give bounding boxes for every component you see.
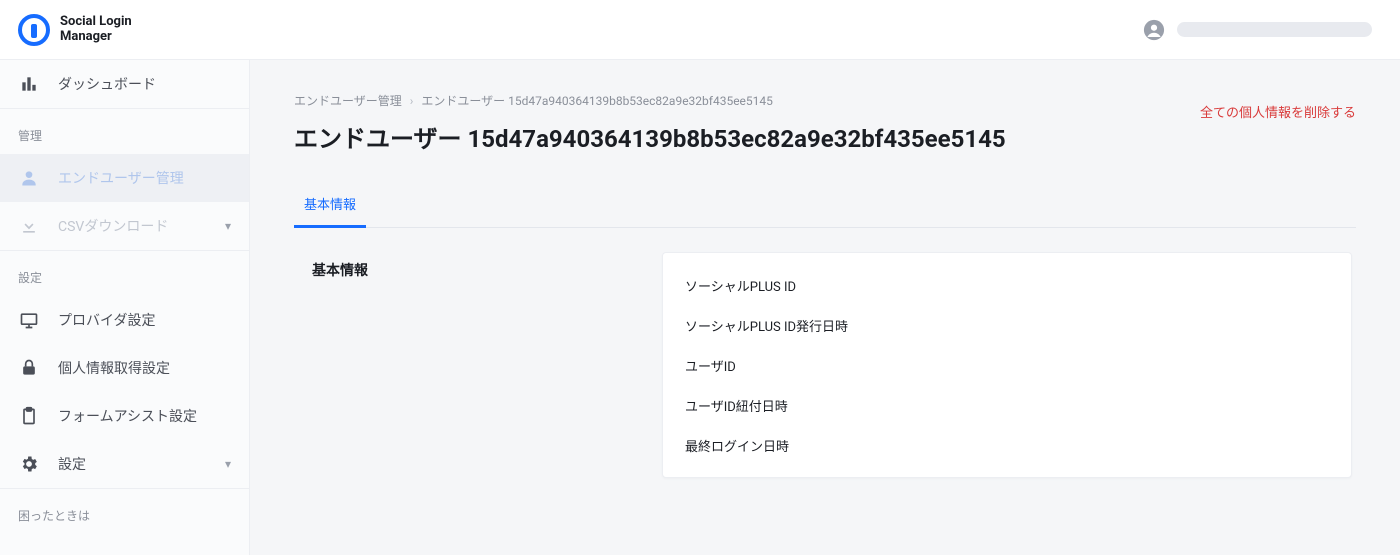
- brand[interactable]: Social LoginManager: [18, 14, 132, 46]
- info-row: ユーザID紐付日時: [685, 385, 1329, 425]
- account-name-placeholder: [1177, 22, 1372, 37]
- info-row: ソーシャルPLUS ID: [685, 265, 1329, 305]
- sidebar-section-manage: 管理: [0, 108, 249, 154]
- sidebar: ダッシュボード 管理 エンドユーザー管理 CSVダウンロード ▾ 設定: [0, 60, 250, 555]
- info-row: ユーザID: [685, 345, 1329, 385]
- info-label: ユーザID紐付日時: [685, 396, 905, 415]
- info-row: ソーシャルPLUS ID発行日時: [685, 305, 1329, 345]
- info-label: ユーザID: [685, 356, 905, 375]
- sidebar-item-label: CSVダウンロード: [58, 216, 207, 236]
- basic-info-card: ソーシャルPLUS ID ソーシャルPLUS ID発行日時 ユーザID ユーザI…: [662, 252, 1352, 478]
- clipboard-icon: [18, 405, 40, 427]
- sidebar-item-personal-info-settings[interactable]: 個人情報取得設定: [0, 344, 249, 392]
- sidebar-item-label: プロバイダ設定: [58, 310, 231, 330]
- chevron-down-icon: ▾: [225, 457, 231, 471]
- breadcrumb-current: エンドユーザー 15d47a940364139b8b53ec82a9e32bf4…: [421, 92, 773, 109]
- sidebar-item-label: 設定: [58, 454, 207, 474]
- sidebar-item-label: ダッシュボード: [58, 74, 231, 94]
- sidebar-item-provider-settings[interactable]: プロバイダ設定: [0, 296, 249, 344]
- sidebar-item-label: フォームアシスト設定: [58, 406, 231, 426]
- info-row: 最終ログイン日時: [685, 425, 1329, 465]
- app-header: Social LoginManager: [0, 0, 1400, 60]
- tab-basic-info[interactable]: 基本情報: [294, 182, 366, 228]
- brand-logo-icon: [18, 14, 50, 46]
- breadcrumb-separator: ›: [410, 94, 414, 108]
- sidebar-item-csv-download[interactable]: CSVダウンロード ▾: [0, 202, 249, 250]
- breadcrumb-parent[interactable]: エンドユーザー管理: [294, 92, 402, 109]
- gear-icon: [18, 453, 40, 475]
- chevron-down-icon: ▾: [225, 219, 231, 233]
- sidebar-item-dashboard[interactable]: ダッシュボード: [0, 60, 249, 108]
- breadcrumb: エンドユーザー管理 › エンドユーザー 15d47a940364139b8b53…: [294, 92, 1356, 109]
- header-account[interactable]: [1143, 19, 1372, 41]
- tabs: 基本情報: [294, 182, 1356, 228]
- sidebar-item-label: エンドユーザー管理: [58, 168, 231, 188]
- delete-all-personal-info-link[interactable]: 全ての個人情報を削除する: [1200, 102, 1356, 121]
- brand-text: Social LoginManager: [60, 15, 132, 45]
- bar-chart-icon: [18, 73, 40, 95]
- page-title: エンドユーザー 15d47a940364139b8b53ec82a9e32bf4…: [294, 119, 1356, 154]
- lock-icon: [18, 357, 40, 379]
- info-label: ソーシャルPLUS ID発行日時: [685, 316, 905, 335]
- section-title-basic-info: 基本情報: [312, 260, 634, 280]
- sidebar-section-help: 困ったときは: [0, 488, 249, 534]
- sidebar-item-settings[interactable]: 設定 ▾: [0, 440, 249, 488]
- monitor-icon: [18, 309, 40, 331]
- download-icon: [18, 215, 40, 237]
- sidebar-section-settings: 設定: [0, 250, 249, 296]
- info-label: 最終ログイン日時: [685, 436, 905, 455]
- avatar-icon: [1143, 19, 1165, 41]
- main-content: エンドユーザー管理 › エンドユーザー 15d47a940364139b8b53…: [250, 60, 1400, 555]
- sidebar-item-label: 個人情報取得設定: [58, 358, 231, 378]
- person-icon: [18, 167, 40, 189]
- sidebar-item-end-user[interactable]: エンドユーザー管理: [0, 154, 249, 202]
- info-label: ソーシャルPLUS ID: [685, 276, 905, 295]
- sidebar-item-form-assist-settings[interactable]: フォームアシスト設定: [0, 392, 249, 440]
